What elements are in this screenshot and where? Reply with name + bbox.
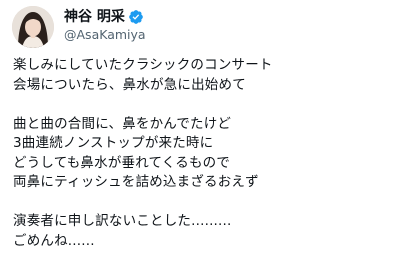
tweet-card: 神谷 明采 @AsaKamiya 楽しみにしていたクラシックのコンサート 会場に… <box>0 0 407 261</box>
tweet-line: 3曲連続ノンストップが来た時に <box>13 135 214 151</box>
tweet-line: どうしても鼻水が垂れてくるもので <box>13 154 231 171</box>
tweet-text: 楽しみにしていたクラシックのコンサート 会場についたら、鼻水が急に出始めて 曲と… <box>13 56 403 251</box>
tweet-line: ごめんね...... <box>13 232 95 249</box>
author-name-row[interactable]: 神谷 明采 <box>64 8 144 26</box>
display-name[interactable]: 神谷 明采 <box>64 8 125 26</box>
avatar[interactable] <box>12 6 54 48</box>
avatar-photo <box>12 6 54 48</box>
tweet-line: 両鼻にティッシュを詰め込まざるおえず <box>13 174 259 190</box>
tweet-line: 曲と曲の合間に、鼻をかんでたけど <box>13 115 232 132</box>
tweet-line: 楽しみにしていたクラシックのコンサート <box>13 57 273 73</box>
tweet-line: 会場についたら、鼻水が急に出始めて <box>13 76 246 93</box>
tweet-line: 演奏者に申し訳ないことした......... <box>13 213 232 229</box>
user-handle[interactable]: @AsaKamiya <box>64 27 146 43</box>
verified-badge-icon <box>128 9 144 25</box>
